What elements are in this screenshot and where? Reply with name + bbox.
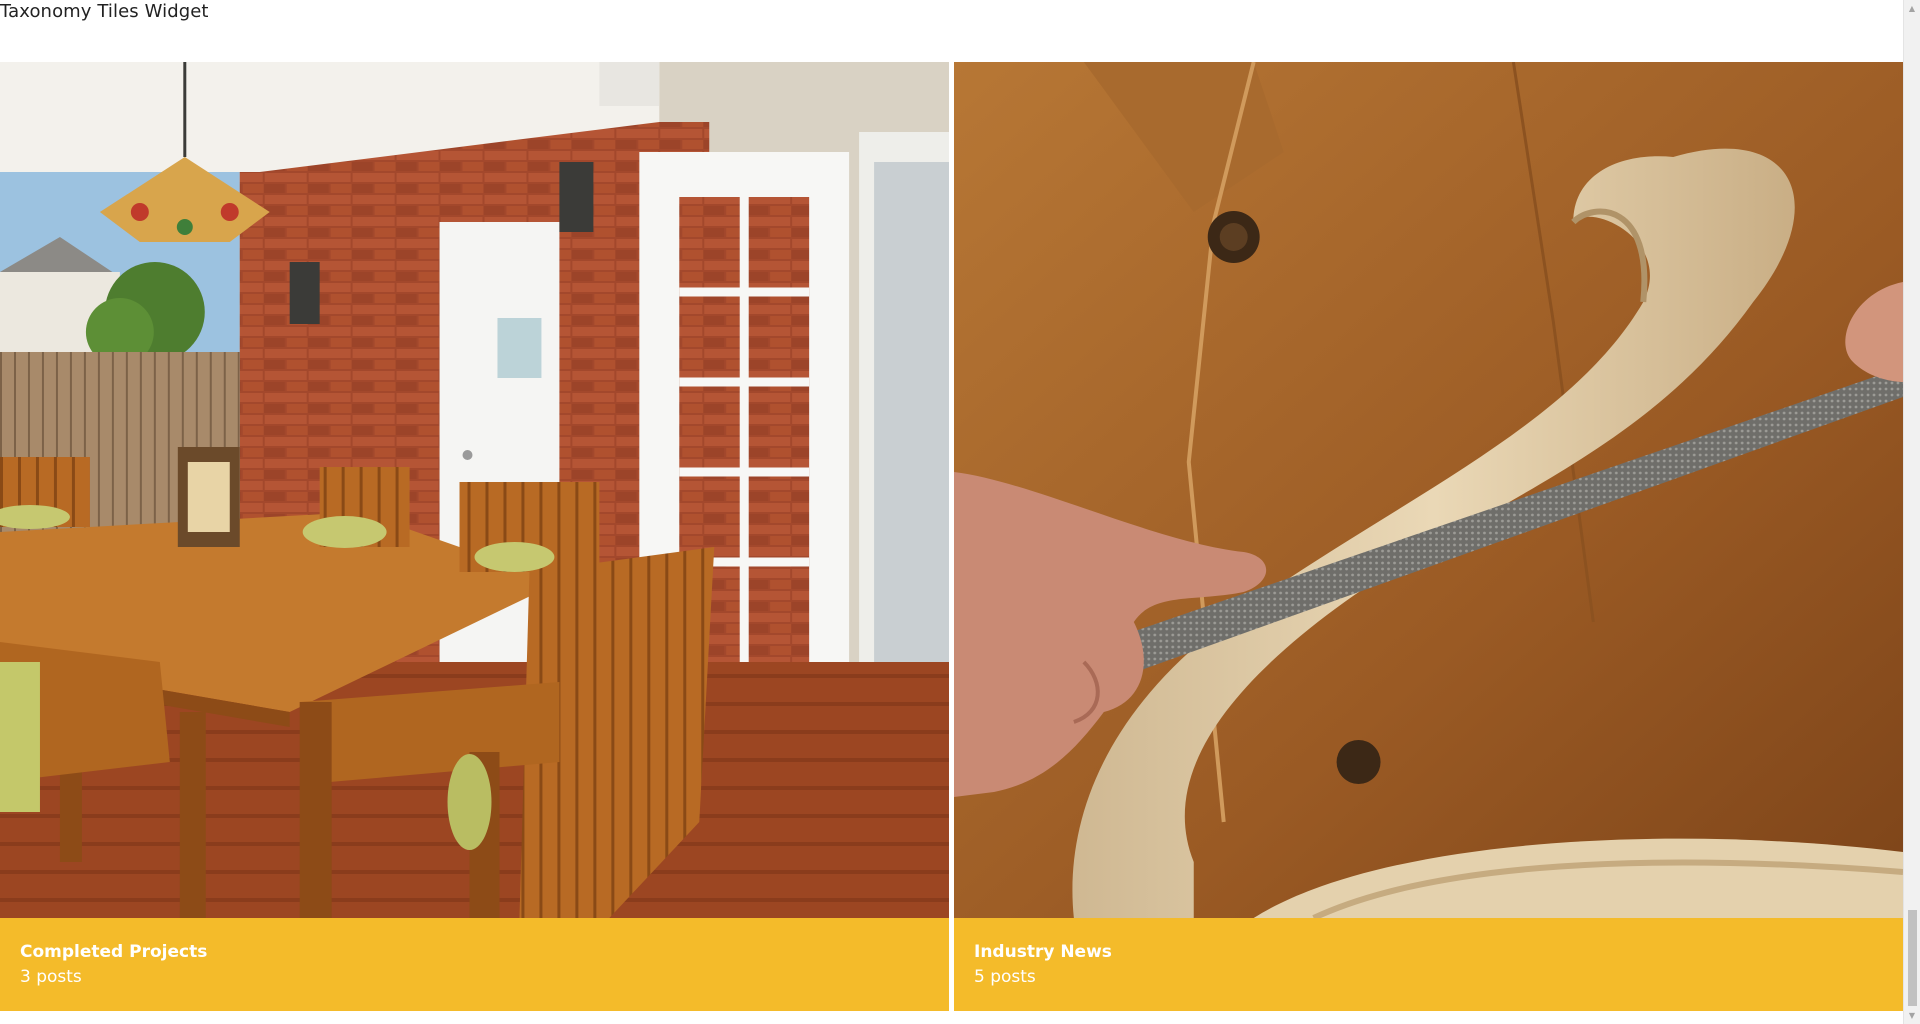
tile-industry-news[interactable]: Industry News 5 posts — [954, 62, 1903, 1011]
woodworking-file-image — [954, 62, 1903, 918]
scroll-down-arrow-icon[interactable]: ▼ — [1904, 1007, 1920, 1024]
tile-caption: Completed Projects 3 posts — [0, 918, 949, 1011]
scrollbar-thumb[interactable] — [1908, 910, 1917, 1006]
widget-title: Taxonomy Tiles Widget — [0, 1, 209, 22]
tile-post-count: 5 posts — [974, 967, 1036, 987]
tile-caption: Industry News 5 posts — [954, 918, 1903, 1011]
tile-image-woodwork — [954, 62, 1903, 918]
vertical-scrollbar[interactable]: ▲ ▼ — [1903, 0, 1920, 1024]
tile-image-patio — [0, 62, 949, 918]
page: Taxonomy Tiles Widget Completed Projects… — [0, 0, 1920, 1024]
tile-term-name[interactable]: Completed Projects — [20, 940, 929, 964]
tile-completed-projects[interactable]: Completed Projects 3 posts — [0, 62, 949, 1011]
taxonomy-tiles: Completed Projects 3 posts Industry News… — [0, 62, 1903, 1011]
tile-post-count: 3 posts — [20, 967, 82, 987]
patio-dining-image — [0, 62, 949, 918]
tile-term-name[interactable]: Industry News — [974, 940, 1883, 964]
scroll-up-arrow-icon[interactable]: ▲ — [1904, 0, 1920, 17]
